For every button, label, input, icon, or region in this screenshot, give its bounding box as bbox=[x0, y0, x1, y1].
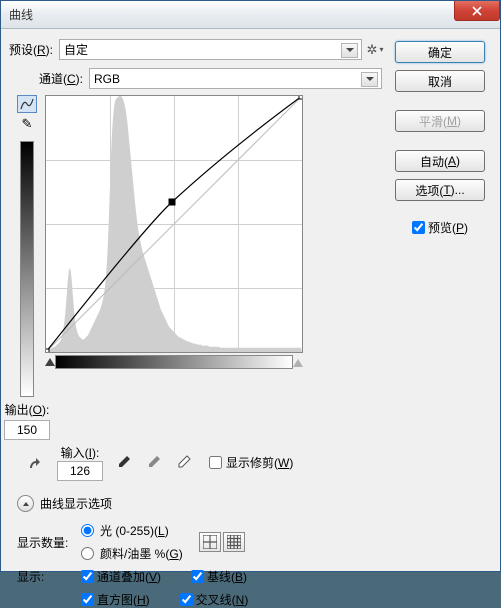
section-toggle[interactable]: 曲线显示选项 bbox=[17, 495, 382, 512]
curves-dialog: 曲线 预设(R): 自定 ✲▾ 通道(C): RGB bbox=[0, 0, 501, 572]
eyedropper-black-icon bbox=[116, 455, 131, 470]
graph-column bbox=[45, 95, 303, 440]
output-input[interactable] bbox=[4, 420, 50, 440]
preview-checkbox[interactable]: 预览(P) bbox=[412, 219, 468, 236]
options-button[interactable]: 选项(T)... bbox=[395, 179, 485, 201]
left-panel: 预设(R): 自定 ✲▾ 通道(C): RGB bbox=[9, 39, 390, 561]
amount-radio-group: 光 (0-255)(L) 颜料/油墨 %(G) bbox=[81, 522, 183, 562]
channel-value: RGB bbox=[94, 72, 120, 86]
tool-column: ✎ 输出(O): bbox=[15, 95, 39, 440]
window-title: 曲线 bbox=[9, 6, 33, 23]
input-label: 输入(I): bbox=[57, 444, 103, 461]
right-panel: 确定 取消 平滑(M) 自动(A) 选项(T)... 预览(P) bbox=[390, 39, 490, 561]
curve-area: ✎ 输出(O): bbox=[15, 95, 382, 440]
dialog-body: 预设(R): 自定 ✲▾ 通道(C): RGB bbox=[1, 29, 500, 571]
amount-pigment-radio[interactable]: 颜料/油墨 %(G) bbox=[81, 545, 183, 562]
output-block: 输出(O): bbox=[4, 401, 50, 440]
grid-4-icon bbox=[203, 535, 217, 549]
menu-arrow-icon: ▾ bbox=[379, 45, 383, 54]
white-eyedropper[interactable] bbox=[173, 453, 193, 473]
preset-value: 自定 bbox=[64, 41, 88, 58]
curve-svg bbox=[46, 96, 302, 352]
amount-row: 显示数量: 光 (0-255)(L) 颜料/油墨 %(G) bbox=[17, 522, 382, 562]
show-clipping-input[interactable] bbox=[209, 456, 222, 469]
channel-label: 通道(C): bbox=[39, 70, 83, 87]
overlay-checkbox[interactable]: 通道叠加(V) bbox=[81, 568, 161, 585]
preset-menu-button[interactable]: ✲▾ bbox=[368, 43, 382, 57]
grid-fine-button[interactable] bbox=[223, 532, 245, 552]
histogram-checkbox[interactable]: 直方图(H) bbox=[81, 591, 150, 608]
on-image-adjust-button[interactable] bbox=[27, 453, 47, 473]
grid-coarse-button[interactable] bbox=[199, 532, 221, 552]
input-label-block: 输入(I): bbox=[57, 444, 103, 481]
preset-label: 预设(R): bbox=[9, 41, 53, 58]
display-options: 显示数量: 光 (0-255)(L) 颜料/油墨 %(G) 显示: 通道叠加(V bbox=[17, 522, 382, 608]
close-icon bbox=[472, 6, 482, 16]
black-point-handle[interactable] bbox=[45, 358, 55, 366]
grid-size-buttons bbox=[199, 532, 245, 552]
input-gradient[interactable] bbox=[55, 355, 293, 369]
gray-eyedropper[interactable] bbox=[143, 453, 163, 473]
channel-dropdown[interactable]: RGB bbox=[89, 68, 382, 89]
amount-label: 显示数量: bbox=[17, 534, 75, 551]
chevron-down-icon bbox=[346, 48, 354, 52]
input-row: 输入(I): 显示修剪(W) bbox=[77, 444, 382, 481]
cancel-button[interactable]: 取消 bbox=[395, 70, 485, 92]
output-label: 输出(O): bbox=[4, 401, 50, 418]
collapse-icon[interactable] bbox=[17, 495, 34, 512]
curve-graph[interactable] bbox=[45, 95, 303, 353]
show-clipping-checkbox[interactable]: 显示修剪(W) bbox=[209, 454, 293, 471]
eyedropper-gray-icon bbox=[146, 455, 161, 470]
intersect-checkbox[interactable]: 交叉线(N) bbox=[180, 591, 249, 608]
close-button[interactable] bbox=[454, 1, 500, 21]
input-input[interactable] bbox=[57, 461, 103, 481]
curve-point-icon bbox=[20, 98, 34, 110]
smooth-button[interactable]: 平滑(M) bbox=[395, 110, 485, 132]
output-gradient[interactable] bbox=[20, 141, 34, 397]
preset-row: 预设(R): 自定 ✲▾ bbox=[9, 39, 382, 60]
section-label: 曲线显示选项 bbox=[40, 495, 112, 512]
point-tool-button[interactable] bbox=[17, 95, 37, 113]
grid-16-icon bbox=[227, 535, 241, 549]
eyedropper-white-icon bbox=[176, 455, 191, 470]
white-point-handle[interactable] bbox=[293, 357, 303, 367]
show-clipping-label: 显示修剪(W) bbox=[226, 454, 293, 471]
black-eyedropper[interactable] bbox=[113, 453, 133, 473]
input-gradient-row bbox=[45, 355, 303, 369]
chevron-down-icon bbox=[366, 77, 374, 81]
ok-button[interactable]: 确定 bbox=[395, 41, 485, 63]
auto-button[interactable]: 自动(A) bbox=[395, 150, 485, 172]
show-row: 显示: 通道叠加(V) 基线(B) 直方图(H) 交叉线(N) bbox=[17, 568, 382, 608]
hand-adjust-icon bbox=[28, 455, 46, 471]
preset-dropdown[interactable]: 自定 bbox=[59, 39, 362, 60]
titlebar[interactable]: 曲线 bbox=[1, 1, 500, 29]
show-label: 显示: bbox=[17, 568, 75, 585]
show-checkbox-grid: 通道叠加(V) 基线(B) 直方图(H) 交叉线(N) bbox=[81, 568, 248, 608]
amount-light-radio[interactable]: 光 (0-255)(L) bbox=[81, 522, 183, 539]
channel-row: 通道(C): RGB bbox=[39, 68, 382, 89]
baseline-checkbox[interactable]: 基线(B) bbox=[191, 568, 247, 585]
pencil-tool-button[interactable]: ✎ bbox=[17, 115, 37, 133]
